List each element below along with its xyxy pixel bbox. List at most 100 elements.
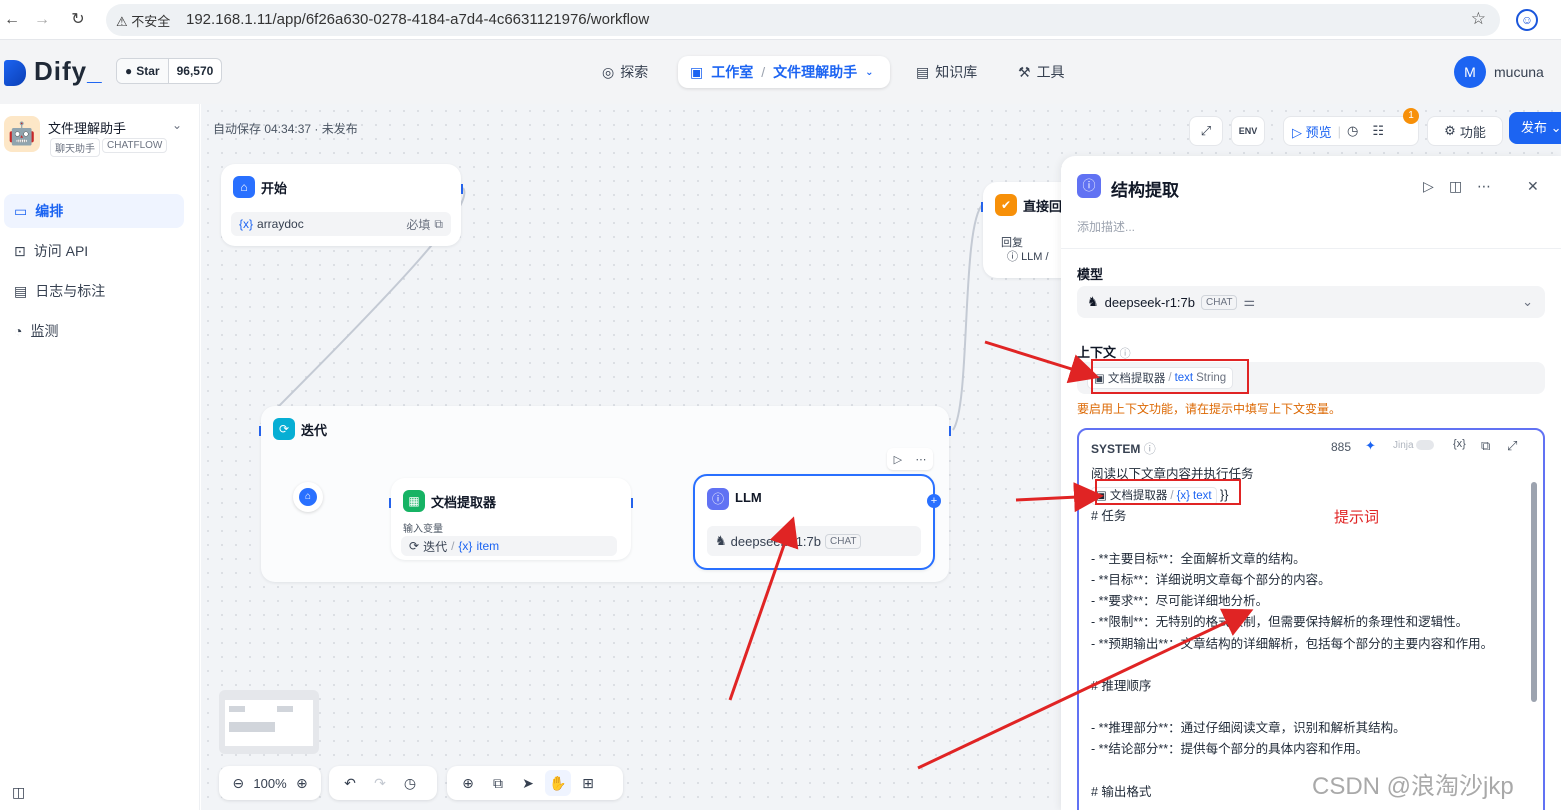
variable-icon: {x} xyxy=(458,539,473,553)
more-icon[interactable]: ⋯ xyxy=(1477,178,1491,195)
url-text[interactable]: 192.168.1.11/app/6f26a630-0278-4184-a7d4… xyxy=(186,11,649,28)
canvas-tools: ⊕ ⧉ ➤ ✋ ⊞ xyxy=(447,766,623,800)
app-name[interactable]: 文件理解助手 xyxy=(48,118,126,137)
history-controls: ↶ ↷ ◷ xyxy=(329,766,437,800)
loop-icon: ⟳ xyxy=(409,539,420,553)
chevron-down-icon[interactable]: ⌄ xyxy=(865,67,873,78)
add-node-icon[interactable]: + xyxy=(927,494,941,508)
run-icon[interactable]: ▷ xyxy=(1423,178,1434,195)
checklist-icon[interactable]: ⤢ xyxy=(1189,116,1223,146)
expand-icon[interactable]: ⤢ xyxy=(1507,438,1517,454)
iteration-start-node[interactable]: ⌂ xyxy=(293,482,323,512)
app-breadcrumb[interactable]: 文件理解助手 xyxy=(773,62,857,82)
sidebar-item-api[interactable]: ⊡ 访问 API xyxy=(4,234,184,268)
variable-icon: {x} xyxy=(239,217,254,231)
divider xyxy=(1061,248,1561,249)
env-button[interactable]: ENV xyxy=(1231,116,1265,146)
version-history-icon[interactable]: ◷ xyxy=(397,770,423,796)
features-button[interactable]: ⚙ 功能 xyxy=(1427,116,1503,146)
prompt-char-count: 885 xyxy=(1331,440,1352,454)
book-icon: ▤ xyxy=(916,63,930,80)
scrollbar[interactable] xyxy=(1531,482,1537,702)
nav-knowledge[interactable]: ▤ 知识库 xyxy=(916,62,977,82)
workflow-canvas[interactable]: 自动保存 04:34:37 · 未发布 ⌂ 开始 {x} arraydoc 必填… xyxy=(201,104,1561,810)
sidebar-collapse-icon[interactable]: ◫ xyxy=(12,784,25,801)
pointer-icon[interactable]: ➤ xyxy=(515,770,541,796)
address-bar[interactable]: ⚠ 不安全 192.168.1.11/app/6f26a630-0278-418… xyxy=(106,4,1500,36)
browser-toolbar: ← → ↻ ⚠ 不安全 192.168.1.11/app/6f26a630-02… xyxy=(0,0,1561,40)
help-book-icon[interactable]: ◫ xyxy=(1449,178,1462,195)
avatar[interactable]: M xyxy=(1454,56,1486,88)
user-name[interactable]: mucuna xyxy=(1494,64,1544,80)
minimap[interactable] xyxy=(219,690,319,754)
sparkle-icon[interactable]: ✦ xyxy=(1365,438,1376,454)
robot-icon: ▣ xyxy=(690,63,704,80)
nav-studio[interactable]: ▣ 工作室 / 文件理解助手 ⌄ xyxy=(678,56,890,88)
model-label: 模型 xyxy=(1077,267,1104,282)
forward-icon[interactable]: → xyxy=(30,8,54,32)
watermark: CSDN @浪淘沙jkp xyxy=(1312,773,1514,800)
checklist-icon[interactable]: ☷ xyxy=(1372,123,1384,139)
start-variable-row[interactable]: {x} arraydoc 必填 ⧉ xyxy=(231,212,451,236)
iteration-node[interactable]: ⟳ 迭代 ⌂ ▦ 文档提取器 输入变量 ⟳ 迭代 / {x} item ⓘ LL… xyxy=(259,406,951,582)
chevron-down-icon[interactable]: ⌄ xyxy=(172,118,182,132)
github-star-count: 96,570 xyxy=(167,59,222,83)
home-icon: ⌂ xyxy=(299,488,317,506)
insert-variable-icon[interactable]: {x} xyxy=(1453,438,1466,450)
sidebar-item-orchestrate[interactable]: ▭ 编排 xyxy=(4,194,184,228)
output-handle[interactable] xyxy=(949,426,951,436)
jinja-toggle[interactable]: Jinja xyxy=(1393,440,1435,451)
bookmark-star-icon[interactable]: ☆ xyxy=(1471,9,1486,29)
copy-icon[interactable]: ⧉ xyxy=(1481,438,1490,454)
app-avatar-icon[interactable]: 🤖 xyxy=(4,116,40,152)
zoom-controls: ⊖ 100% ⊕ xyxy=(219,766,321,800)
start-node[interactable]: ⌂ 开始 {x} arraydoc 必填 ⧉ xyxy=(221,164,463,246)
input-handle[interactable] xyxy=(259,426,261,436)
model-select[interactable]: ♞ deepseek-r1:7b CHAT ⚌ ⌄ xyxy=(1077,286,1545,318)
preview-group: ▷ 预览 | ◷ ☷ xyxy=(1283,116,1419,146)
zoom-out-icon[interactable]: ⊖ xyxy=(227,770,249,796)
sidebar-item-logs[interactable]: ▤ 日志与标注 xyxy=(4,274,184,308)
input-handle[interactable] xyxy=(389,498,391,508)
add-note-icon[interactable]: ⧉ xyxy=(485,770,511,796)
help-icon[interactable]: ⓘ xyxy=(1144,442,1156,456)
extractor-input-row[interactable]: ⟳ 迭代 / {x} item xyxy=(401,536,617,556)
document-icon: ▤ xyxy=(14,282,28,299)
node-title: 迭代 xyxy=(301,423,328,438)
panel-title[interactable]: 结构提取 xyxy=(1111,176,1179,201)
redo-icon[interactable]: ↷ xyxy=(367,770,393,796)
run-icon[interactable]: ▷ xyxy=(894,453,902,466)
sidebar-item-monitor[interactable]: ◔ 监测 xyxy=(4,314,184,348)
security-indicator[interactable]: ⚠ 不安全 xyxy=(116,11,170,30)
preview-button[interactable]: ▷ 预览 xyxy=(1292,122,1332,141)
more-icon[interactable]: ⋯ xyxy=(915,453,926,466)
back-icon[interactable]: ← xyxy=(0,8,24,32)
llm-node[interactable]: ⓘ LLM ♞ deepseek-r1:7b CHAT + xyxy=(693,474,941,570)
history-icon[interactable]: ◷ xyxy=(1347,123,1358,139)
nav-explore[interactable]: ◎ 探索 xyxy=(602,62,648,82)
hand-icon[interactable]: ✋ xyxy=(545,770,571,796)
zoom-in-icon[interactable]: ⊕ xyxy=(291,770,313,796)
publish-button[interactable]: 发布 ⌄ xyxy=(1509,112,1561,144)
github-star-button[interactable]: ● Star 96,570 xyxy=(116,58,223,84)
layout-icon[interactable]: ⊞ xyxy=(575,770,601,796)
zoom-level[interactable]: 100% xyxy=(253,776,286,791)
logo-text[interactable]: Dify_ xyxy=(34,56,103,87)
llm-model-row[interactable]: ♞ deepseek-r1:7b CHAT xyxy=(707,526,921,556)
terminal-icon: ⊡ xyxy=(14,242,26,259)
output-handle[interactable] xyxy=(631,498,633,508)
output-handle[interactable] xyxy=(461,184,463,194)
node-title: LLM xyxy=(735,490,762,505)
reload-icon[interactable]: ↻ xyxy=(66,8,90,32)
add-block-icon[interactable]: ⊕ xyxy=(455,770,481,796)
input-handle[interactable] xyxy=(981,202,983,212)
doc-extractor-node[interactable]: ▦ 文档提取器 输入变量 ⟳ 迭代 / {x} item xyxy=(389,478,633,560)
close-icon[interactable]: ✕ xyxy=(1527,178,1539,195)
nav-tools[interactable]: ⚒ 工具 xyxy=(1018,62,1065,82)
answer-icon: ✔ xyxy=(995,194,1017,216)
prompt-text[interactable]: 阅读以下文章内容并执行任务 ▣ 文档提取器 / {x} text }} # 任务… xyxy=(1091,464,1521,803)
description-input[interactable]: 添加描述... xyxy=(1077,218,1135,235)
profile-icon[interactable]: ☺ xyxy=(1516,9,1538,31)
app-type-tag: 聊天助手 xyxy=(50,138,100,157)
undo-icon[interactable]: ↶ xyxy=(337,770,363,796)
